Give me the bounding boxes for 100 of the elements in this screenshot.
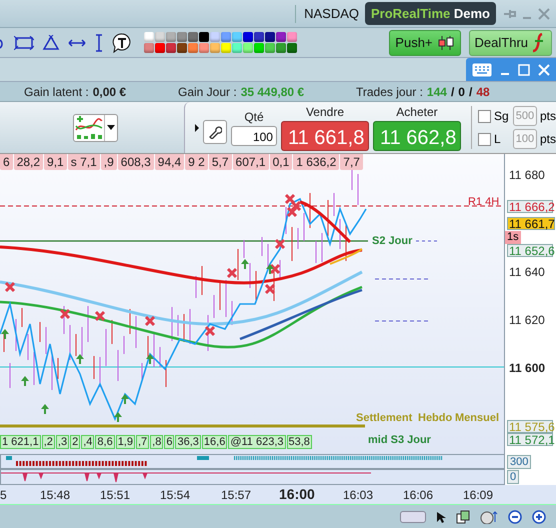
time-tick: 16:06 xyxy=(403,488,434,502)
time-tick: 15:51 xyxy=(100,488,130,502)
sell-price-button[interactable]: 11 661,8 xyxy=(280,120,369,150)
color-swatch[interactable] xyxy=(155,32,165,42)
color-swatch[interactable] xyxy=(265,32,275,42)
color-swatch[interactable] xyxy=(254,43,264,53)
trade-label: 1 636,2 xyxy=(293,154,340,170)
trades-count: 144 xyxy=(426,84,447,98)
level-label: S2 Jour xyxy=(372,235,412,247)
trades-separator: / xyxy=(450,84,454,98)
color-swatch[interactable] xyxy=(155,43,165,53)
pane-value: 0 xyxy=(507,470,520,484)
color-swatch[interactable] xyxy=(265,43,275,53)
latent-gain-value: 0,00 € xyxy=(92,84,126,98)
color-swatch[interactable] xyxy=(232,43,242,53)
trade-label: ,9 xyxy=(100,154,117,170)
latent-gain-label: Gain latent : xyxy=(24,84,89,98)
sell-label: Vendre xyxy=(306,104,344,118)
text-bubble-icon[interactable] xyxy=(112,32,132,52)
rectangle-tool-icon[interactable] xyxy=(14,36,34,50)
price-tick: 11 640 xyxy=(509,265,545,279)
trade-label: 53,8 xyxy=(286,435,312,449)
time-tick: 15:54 xyxy=(160,488,190,502)
expand-arrow-icon[interactable] xyxy=(194,124,199,132)
close-icon[interactable] xyxy=(538,8,550,20)
color-swatch[interactable] xyxy=(210,32,220,42)
pane-value: 300 xyxy=(507,455,532,469)
trade-label: 36,3 xyxy=(175,435,201,449)
checkbox[interactable] xyxy=(478,110,491,122)
zoom-out-icon[interactable] xyxy=(508,510,522,524)
horizontal-arrow-icon[interactable] xyxy=(68,38,86,48)
trend-line xyxy=(330,248,363,265)
triangle-tool-icon[interactable] xyxy=(42,34,60,50)
dealthru-button[interactable]: DealThru xyxy=(468,30,552,56)
color-swatch[interactable] xyxy=(243,32,253,42)
color-swatch[interactable] xyxy=(199,43,209,53)
trade-label: 9,1 xyxy=(44,154,67,170)
color-swatch[interactable] xyxy=(166,32,176,42)
trade-label: 608,3 xyxy=(118,154,154,170)
autoscale-icon[interactable] xyxy=(480,510,498,524)
candlestick-icon xyxy=(436,34,455,50)
color-swatch[interactable] xyxy=(199,32,209,42)
pin-icon[interactable] xyxy=(502,8,516,20)
trades-count: 0 xyxy=(458,84,465,98)
color-swatch[interactable] xyxy=(276,32,286,42)
level-label: R1 4H xyxy=(468,196,500,208)
color-swatch[interactable] xyxy=(210,43,220,53)
color-swatch[interactable] xyxy=(144,43,154,53)
trade-label: ,8 xyxy=(150,435,164,449)
time-tick: 5 xyxy=(0,488,7,502)
countdown-badge: 1s xyxy=(505,231,521,244)
trade-label: 1,9 xyxy=(116,435,135,449)
dashed-level-line xyxy=(374,278,430,322)
scrollbar-thumb[interactable] xyxy=(400,510,426,522)
indicator-button[interactable] xyxy=(72,114,118,142)
color-swatch[interactable] xyxy=(188,32,198,42)
color-swatch[interactable] xyxy=(287,43,297,53)
color-swatch[interactable] xyxy=(287,32,297,42)
trades-count: 48 xyxy=(476,84,490,98)
color-swatch[interactable] xyxy=(177,43,187,53)
trade-label: 9 2 xyxy=(185,154,208,170)
cursor-icon[interactable] xyxy=(436,510,446,522)
price-badge: 11 652,6 xyxy=(507,244,553,257)
color-swatch[interactable] xyxy=(166,43,176,53)
platform-tab[interactable]: ProRealTime Demo xyxy=(365,2,496,25)
color-swatch[interactable] xyxy=(177,32,187,42)
keyboard-icon[interactable] xyxy=(472,62,492,76)
vertical-arrow-icon[interactable] xyxy=(94,34,104,52)
caret-icon[interactable] xyxy=(106,125,115,130)
settings-button[interactable] xyxy=(202,120,227,144)
level-label: Hebdo xyxy=(418,412,452,424)
color-swatch[interactable] xyxy=(276,43,286,53)
trades-separator: / xyxy=(468,84,472,98)
zoom-in-icon[interactable] xyxy=(532,510,546,524)
trade-label: 1 621,1 xyxy=(0,435,41,449)
color-swatch[interactable] xyxy=(243,43,253,53)
copy-chart-icon[interactable] xyxy=(456,510,470,524)
trade-label: 6 xyxy=(164,435,174,449)
trade-label: s 7,1 xyxy=(68,154,100,170)
color-swatch[interactable] xyxy=(254,32,264,42)
trade-label: 5,7 xyxy=(208,154,232,170)
color-swatch[interactable] xyxy=(221,43,231,53)
day-gain-value: 35 449,80 € xyxy=(240,84,304,98)
price-tick: 11 600 xyxy=(509,361,546,375)
lightning-f-icon xyxy=(532,32,546,52)
maximize-icon[interactable] xyxy=(518,64,530,76)
color-swatch[interactable] xyxy=(188,43,198,53)
indicator-chart-icon xyxy=(74,116,104,140)
price-badge: 11 575,6 xyxy=(507,420,553,433)
quantity-field[interactable]: 100 xyxy=(230,126,277,146)
color-swatch[interactable] xyxy=(144,32,154,42)
trade-label: 607,1 xyxy=(232,154,269,170)
time-tick: 16:09 xyxy=(463,488,494,502)
color-swatch[interactable] xyxy=(221,32,231,42)
trade-label: 16,6 xyxy=(202,435,228,449)
color-swatch[interactable] xyxy=(232,32,242,42)
option-label: Sg xyxy=(494,109,510,123)
checkbox[interactable] xyxy=(478,132,491,146)
push-button[interactable]: Push+ xyxy=(389,30,461,56)
quantity-label: Qté xyxy=(244,110,264,124)
